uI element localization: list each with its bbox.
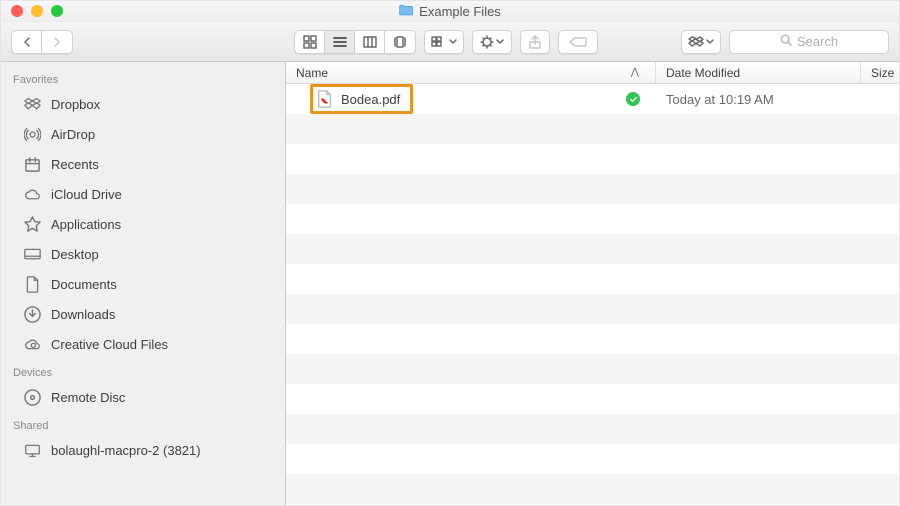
creative-cloud-icon xyxy=(23,336,41,353)
column-header-name[interactable]: Name ⋀ xyxy=(286,62,656,83)
column-header-name-label: Name xyxy=(296,66,328,80)
sidebar-item-label: iCloud Drive xyxy=(51,187,122,202)
sidebar-section-shared: Shared xyxy=(1,412,285,435)
sidebar-item-shared-computer[interactable]: bolaughl-macpro-2 (3821) xyxy=(1,435,285,465)
column-header-date-label: Date Modified xyxy=(666,66,740,80)
tags-button[interactable] xyxy=(558,30,598,54)
computer-icon xyxy=(23,442,41,459)
empty-row xyxy=(286,294,899,324)
window-controls xyxy=(11,5,63,17)
airdrop-icon xyxy=(23,126,41,143)
toolbar: Search xyxy=(1,22,899,62)
file-date: Today at 10:19 AM xyxy=(656,84,861,114)
sidebar-item-applications[interactable]: Applications xyxy=(1,209,285,239)
column-header-date[interactable]: Date Modified xyxy=(656,62,861,83)
view-gallery-button[interactable] xyxy=(385,31,415,53)
forward-button[interactable] xyxy=(42,31,72,53)
disc-icon xyxy=(23,389,41,406)
folder-icon xyxy=(399,4,413,19)
sidebar-item-label: Documents xyxy=(51,277,117,292)
downloads-icon xyxy=(23,306,41,323)
sidebar: Favorites Dropbox AirDrop Recents iCloud… xyxy=(1,62,286,505)
search-placeholder: Search xyxy=(797,34,838,49)
sidebar-item-label: Creative Cloud Files xyxy=(51,337,168,352)
empty-row xyxy=(286,384,899,414)
sidebar-section-devices: Devices xyxy=(1,359,285,382)
applications-icon xyxy=(23,216,41,233)
view-icon-button[interactable] xyxy=(295,31,325,53)
file-row[interactable]: Bodea.pdf Today at 10:19 AM xyxy=(286,84,899,114)
arrange-button[interactable] xyxy=(424,30,464,54)
empty-row xyxy=(286,234,899,264)
file-name: Bodea.pdf xyxy=(341,92,400,107)
tutorial-highlight: Bodea.pdf xyxy=(310,84,413,114)
sidebar-item-label: Downloads xyxy=(51,307,115,322)
nav-buttons xyxy=(11,30,73,54)
file-rows: Bodea.pdf Today at 10:19 AM xyxy=(286,84,899,505)
sidebar-item-remote-disc[interactable]: Remote Disc xyxy=(1,382,285,412)
file-pane: Name ⋀ Date Modified Size Bodea.pdf xyxy=(286,62,899,505)
sidebar-item-label: AirDrop xyxy=(51,127,95,142)
view-mode-segment xyxy=(294,30,416,54)
close-window-button[interactable] xyxy=(11,5,23,17)
empty-row xyxy=(286,144,899,174)
view-column-button[interactable] xyxy=(355,31,385,53)
zoom-window-button[interactable] xyxy=(51,5,63,17)
window-title: Example Files xyxy=(1,4,899,19)
search-icon xyxy=(780,34,792,49)
minimize-window-button[interactable] xyxy=(31,5,43,17)
dropbox-icon xyxy=(23,96,41,113)
sidebar-item-label: Dropbox xyxy=(51,97,100,112)
sidebar-section-favorites: Favorites xyxy=(1,66,285,89)
sidebar-item-label: Remote Disc xyxy=(51,390,125,405)
empty-row xyxy=(286,264,899,294)
sidebar-item-desktop[interactable]: Desktop xyxy=(1,239,285,269)
view-list-button[interactable] xyxy=(325,31,355,53)
documents-icon xyxy=(23,276,41,293)
sidebar-item-recents[interactable]: Recents xyxy=(1,149,285,179)
cloud-icon xyxy=(23,186,41,203)
sidebar-item-airdrop[interactable]: AirDrop xyxy=(1,119,285,149)
desktop-icon xyxy=(23,246,41,263)
file-size xyxy=(861,84,899,114)
sort-ascending-icon: ⋀ xyxy=(631,67,639,78)
titlebar: Example Files xyxy=(1,1,899,22)
share-button[interactable] xyxy=(520,30,550,54)
sidebar-item-label: bolaughl-macpro-2 (3821) xyxy=(51,443,201,458)
sidebar-item-creative-cloud[interactable]: Creative Cloud Files xyxy=(1,329,285,359)
sync-ok-icon xyxy=(626,92,640,106)
search-field[interactable]: Search xyxy=(729,30,889,54)
empty-row xyxy=(286,474,899,504)
empty-row xyxy=(286,444,899,474)
sidebar-item-downloads[interactable]: Downloads xyxy=(1,299,285,329)
window-title-text: Example Files xyxy=(419,4,501,19)
sidebar-item-icloud[interactable]: iCloud Drive xyxy=(1,179,285,209)
back-button[interactable] xyxy=(12,31,42,53)
column-header-size-label: Size xyxy=(871,66,894,80)
sidebar-item-label: Applications xyxy=(51,217,121,232)
sidebar-item-label: Desktop xyxy=(51,247,99,262)
recents-icon xyxy=(23,156,41,173)
action-button[interactable] xyxy=(472,30,512,54)
sidebar-item-dropbox[interactable]: Dropbox xyxy=(1,89,285,119)
empty-row xyxy=(286,114,899,144)
empty-row xyxy=(286,324,899,354)
column-header-size[interactable]: Size xyxy=(861,62,899,83)
sidebar-item-documents[interactable]: Documents xyxy=(1,269,285,299)
empty-row xyxy=(286,174,899,204)
dropbox-toolbar-button[interactable] xyxy=(681,30,721,54)
main-split: Favorites Dropbox AirDrop Recents iCloud… xyxy=(1,62,899,505)
column-headers: Name ⋀ Date Modified Size xyxy=(286,62,899,84)
empty-row xyxy=(286,414,899,444)
sidebar-item-label: Recents xyxy=(51,157,99,172)
empty-row xyxy=(286,354,899,384)
empty-row xyxy=(286,204,899,234)
pdf-file-icon xyxy=(317,90,333,108)
